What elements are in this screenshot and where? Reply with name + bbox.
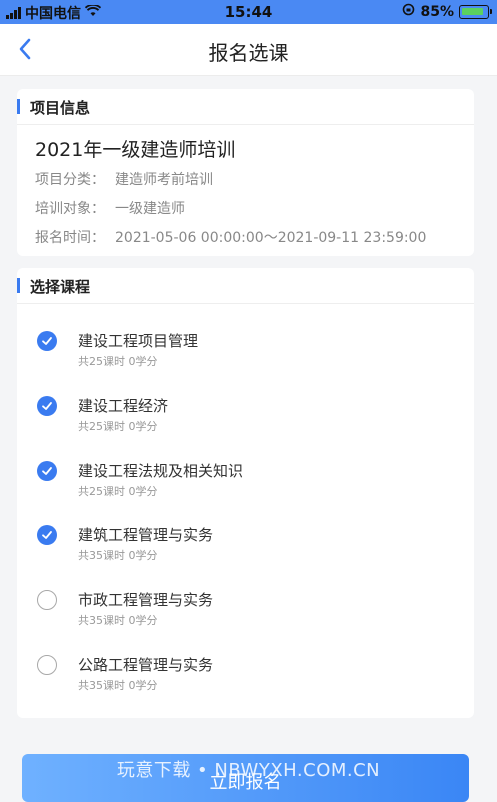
info-label: 项目分类： — [35, 172, 105, 188]
info-value: 建造师考前培训 — [115, 172, 213, 188]
section-accent-bar — [17, 99, 20, 114]
orientation-lock-icon — [402, 3, 415, 20]
checked-circle-icon[interactable] — [37, 525, 57, 545]
course-name: 建设工程法规及相关知识 — [78, 462, 244, 480]
info-row-period: 报名时间： 2021-05-06 00:00:00～2021-09-11 23:5… — [35, 227, 426, 247]
battery-percent: 85% — [420, 3, 454, 20]
course-name: 市政工程管理与实务 — [78, 591, 214, 609]
battery-icon — [459, 4, 492, 19]
info-label: 报名时间： — [35, 230, 105, 246]
course-item[interactable]: 建设工程项目管理共25课时 0学分 — [37, 328, 457, 378]
watermark: 玩意下载 • NBWYXH.COM.CN — [116, 760, 381, 781]
course-meta: 共25课时 0学分 — [78, 420, 158, 433]
checked-circle-icon[interactable] — [37, 331, 57, 351]
project-info-title: 项目信息 — [30, 99, 91, 117]
info-value: 一级建造师 — [115, 201, 185, 217]
unchecked-circle-icon[interactable] — [37, 655, 57, 675]
course-meta: 共25课时 0学分 — [78, 485, 158, 498]
status-right: 85% — [402, 3, 492, 20]
page-title: 报名选课 — [208, 41, 289, 65]
project-info-header: 项目信息 — [17, 89, 474, 125]
course-select-header: 选择课程 — [17, 268, 474, 304]
info-row-target: 培训对象： 一级建造师 — [35, 198, 185, 218]
course-meta: 共35课时 0学分 — [78, 614, 158, 627]
course-select-card: 选择课程 建设工程项目管理 共25课时 0学分 建设工程经济 共25课时 0学分 建设工… — [17, 268, 474, 718]
course-meta: 共25课时 0学分 — [78, 355, 158, 368]
course-item[interactable]: 市政工程管理与实务共35课时 0学分 — [37, 587, 457, 637]
status-bar: 中国电信 15:44 85% — [0, 0, 497, 24]
unchecked-circle-icon[interactable] — [37, 590, 57, 610]
course-name: 建设工程经济 — [78, 397, 169, 415]
course-item[interactable]: 建设工程经济共25课时 0学分 — [37, 393, 457, 443]
course-name: 公路工程管理与实务 — [78, 656, 214, 674]
course-name: 建设工程项目管理 — [78, 332, 199, 350]
info-value: 2021-05-06 00:00:00～2021-09-11 23:59:00 — [115, 230, 427, 246]
section-accent-bar — [17, 278, 20, 293]
course-name: 建筑工程管理与实务 — [78, 526, 214, 544]
project-name: 2021年一级建造师培训 — [35, 139, 236, 161]
checked-circle-icon[interactable] — [37, 396, 57, 416]
course-item[interactable]: 建设工程法规及相关知识共25课时 0学分 — [37, 458, 457, 508]
course-meta: 共35课时 0学分 — [78, 549, 158, 562]
course-item[interactable]: 公路工程管理与实务共35课时 0学分 — [37, 652, 457, 702]
checked-circle-icon[interactable] — [37, 461, 57, 481]
course-item[interactable]: 建筑工程管理与实务共35课时 0学分 — [37, 522, 457, 572]
course-meta: 共35课时 0学分 — [78, 679, 158, 692]
info-label: 培训对象： — [35, 201, 105, 217]
nav-bar: 报名选课 — [0, 24, 497, 76]
info-row-category: 项目分类： 建造师考前培训 — [35, 169, 213, 189]
course-select-title: 选择课程 — [30, 278, 91, 296]
project-info-card: 项目信息 2021年一级建造师培训 项目分类： 建造师考前培训 培训对象： 一级建造… — [17, 89, 474, 256]
